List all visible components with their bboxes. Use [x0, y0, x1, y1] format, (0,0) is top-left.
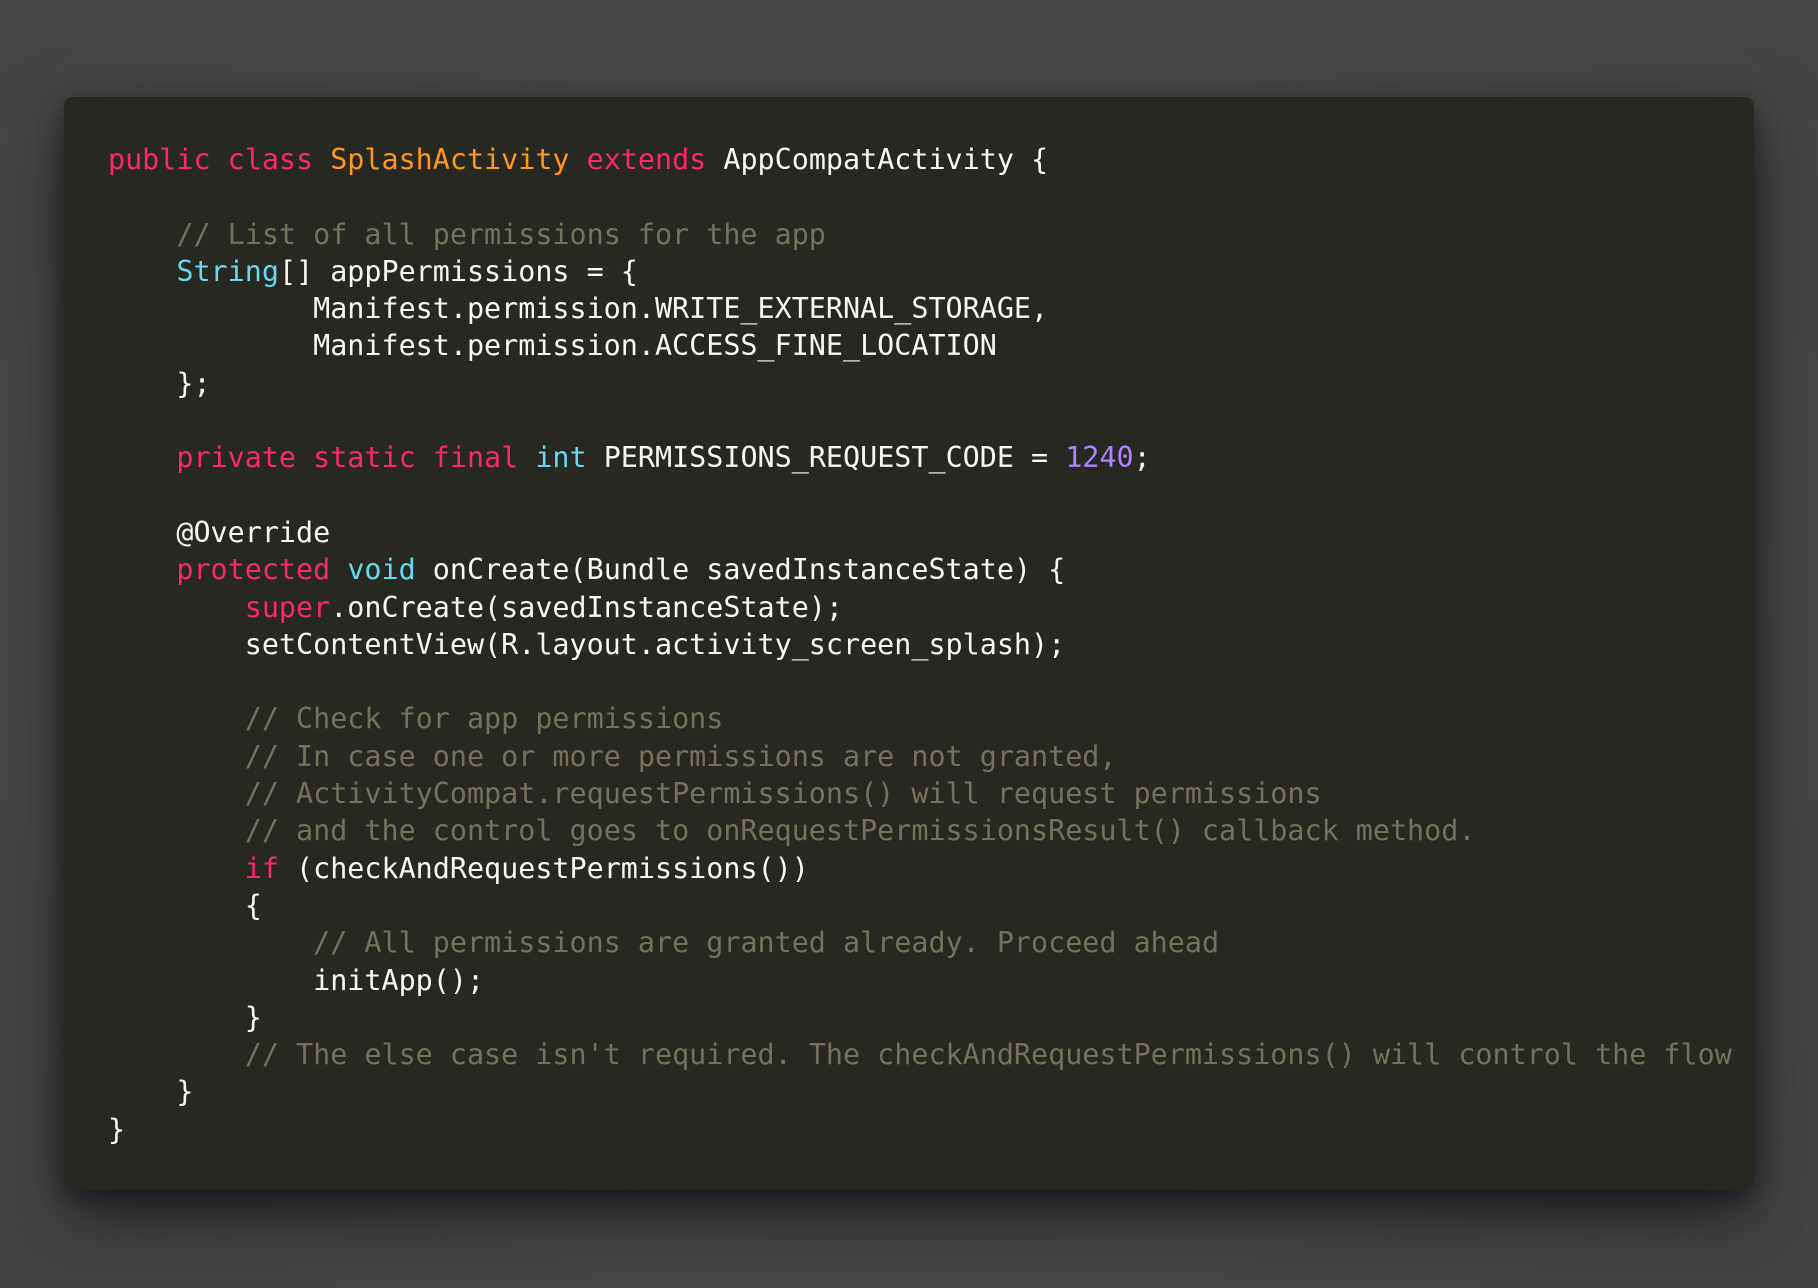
- code-line: super.onCreate(savedInstanceState);: [108, 589, 1732, 626]
- code-keyword: protected: [176, 553, 331, 587]
- code-comment: // All permissions are granted already. …: [313, 926, 1220, 960]
- code-text: ;: [1133, 441, 1151, 475]
- code-comment: // List of all permissions for the app: [176, 217, 826, 251]
- code-line: Manifest.permission.WRITE_EXTERNAL_STORA…: [108, 290, 1732, 327]
- code-line: // and the control goes to onRequestPerm…: [108, 812, 1732, 849]
- code-text: initApp();: [108, 963, 485, 997]
- code-text: Manifest.permission.ACCESS_FINE_LOCATION: [108, 329, 997, 363]
- code-number: 1240: [1065, 441, 1134, 475]
- code-comment: // and the control goes to onRequestPerm…: [244, 814, 1476, 848]
- code-line: Manifest.permission.ACCESS_FINE_LOCATION: [108, 327, 1732, 364]
- code-comment: // ActivityCompat.requestPermissions() w…: [244, 777, 1322, 811]
- code-keyword: private: [176, 441, 297, 475]
- code-keyword: if: [244, 851, 279, 885]
- code-text: @Override: [108, 515, 331, 549]
- code-keyword: static: [313, 441, 416, 475]
- code-type: void: [347, 553, 416, 587]
- code-text: {: [108, 888, 262, 922]
- code-comment: // In case one or more permissions are n…: [244, 739, 1117, 773]
- code-text: .onCreate(savedInstanceState);: [330, 590, 843, 624]
- code-text: AppCompatActivity {: [706, 143, 1049, 176]
- code-comment: // The else case isn't required. The che…: [244, 1038, 1732, 1072]
- code-keyword: final: [432, 441, 519, 475]
- code-type: int: [535, 441, 587, 475]
- code-type: String: [176, 254, 279, 288]
- code-class-name: SplashActivity: [330, 143, 570, 176]
- code-line: // List of all permissions for the app: [108, 216, 1732, 253]
- code-line: // In case one or more permissions are n…: [108, 738, 1732, 775]
- code-block[interactable]: public class SplashActivity extends AppC…: [108, 141, 1732, 1148]
- code-keyword: public: [108, 143, 211, 176]
- code-text: }: [108, 1000, 262, 1034]
- code-line: @Override: [108, 514, 1732, 551]
- code-text: Manifest.permission.WRITE_EXTERNAL_STORA…: [108, 292, 1049, 326]
- code-text: PERMISSIONS_REQUEST_CODE =: [586, 441, 1066, 475]
- code-keyword: class: [227, 143, 314, 176]
- code-text: onCreate(Bundle savedInstanceState) {: [415, 553, 1066, 587]
- code-line: // All permissions are granted already. …: [108, 924, 1732, 961]
- code-line: {: [108, 887, 1732, 924]
- code-keyword: extends: [586, 143, 707, 176]
- code-text: (checkAndRequestPermissions()): [278, 851, 809, 885]
- code-text: };: [108, 366, 211, 400]
- code-line: initApp();: [108, 962, 1732, 999]
- code-line: }: [108, 1111, 1732, 1148]
- code-text: }: [108, 1075, 194, 1109]
- code-text: }: [108, 1112, 126, 1146]
- code-line: protected void onCreate(Bundle savedInst…: [108, 551, 1732, 588]
- code-text: setContentView(R.layout.activity_screen_…: [108, 627, 1066, 661]
- code-line: String[] appPermissions = {: [108, 253, 1732, 290]
- code-line: // The else case isn't required. The che…: [108, 1036, 1732, 1073]
- code-line: }: [108, 1073, 1732, 1110]
- code-line: private static final int PERMISSIONS_REQ…: [108, 439, 1732, 476]
- code-keyword: super: [244, 590, 331, 624]
- code-text: [] appPermissions = {: [278, 254, 638, 288]
- code-line: // ActivityCompat.requestPermissions() w…: [108, 775, 1732, 812]
- code-line: // Check for app permissions: [108, 700, 1732, 737]
- code-line: if (checkAndRequestPermissions()): [108, 850, 1732, 887]
- code-line: }: [108, 999, 1732, 1036]
- code-line: };: [108, 365, 1732, 402]
- code-line: setContentView(R.layout.activity_screen_…: [108, 626, 1732, 663]
- code-window: public class SplashActivity extends AppC…: [64, 97, 1754, 1190]
- code-comment: // Check for app permissions: [244, 702, 724, 736]
- code-line: public class SplashActivity extends AppC…: [108, 141, 1732, 178]
